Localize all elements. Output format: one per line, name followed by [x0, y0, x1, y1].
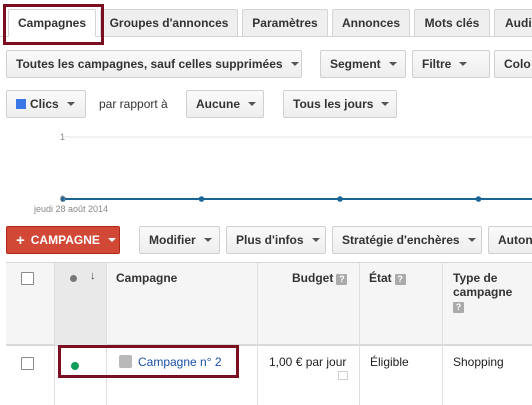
sort-down-icon[interactable]: ↓: [90, 270, 96, 282]
help-icon[interactable]: ?: [336, 274, 348, 285]
segment-label: Segment: [330, 57, 381, 71]
modify-label: Modifier: [149, 233, 196, 247]
campaign-table: ↓ Campagne Budget? État? Type de campagn…: [6, 262, 532, 405]
chevron-down-icon: [107, 238, 116, 242]
date-granularity-dropdown[interactable]: Tous les jours: [283, 90, 397, 118]
tab-label: Groupes d'annonces: [109, 16, 229, 30]
bid-strategy-label: Stratégie d'enchères: [342, 233, 460, 247]
tab-bar: Campagnes Groupes d'annonces Paramètres …: [0, 0, 532, 42]
help-icon[interactable]: ?: [394, 274, 406, 285]
filter-label: Filtre: [422, 57, 452, 71]
campaign-filter-dropdown[interactable]: Toutes les campagnes, sauf celles suppri…: [6, 50, 302, 78]
chevron-down-icon: [467, 238, 476, 242]
x-tick-first: jeudi 28 août 2014: [34, 204, 109, 214]
y-tick-0: 0: [60, 194, 66, 204]
column-divider: [442, 263, 443, 405]
tab-label: Annonces: [341, 16, 400, 30]
row-divider: [6, 345, 532, 346]
chevron-down-icon: [311, 238, 320, 242]
performance-chart: 1 0 jeudi 28 août 2014: [0, 128, 532, 218]
campaign-name[interactable]: Campagne n° 2: [119, 355, 222, 369]
tab-ad-groups[interactable]: Groupes d'annonces: [100, 9, 238, 37]
data-point[interactable]: [475, 196, 482, 202]
campaign-filter-label: Toutes les campagnes, sauf celles suppri…: [16, 57, 283, 71]
campaign-type: Shopping: [453, 355, 504, 369]
bid-strategy-button[interactable]: Stratégie d'enchères: [332, 226, 482, 254]
chevron-down-icon: [381, 102, 390, 106]
chevron-down-icon: [459, 62, 468, 66]
tab-keywords[interactable]: Mots clés: [414, 9, 490, 37]
header-campaign-type[interactable]: Type de campagne ?: [453, 271, 512, 313]
column-divider: [54, 263, 55, 405]
chevron-down-icon: [248, 102, 257, 106]
chevron-down-icon: [290, 62, 299, 66]
plus-icon: +: [16, 231, 25, 249]
metric-selector[interactable]: Clics: [6, 90, 86, 118]
row-checkbox[interactable]: [21, 357, 34, 370]
columns-label: Colo: [504, 57, 531, 71]
campaign-link[interactable]: Campagne n° 2: [138, 355, 222, 369]
tab-label: Audi: [505, 16, 532, 30]
tab-ads[interactable]: Annonces: [332, 9, 410, 37]
header-type-line2: campagne: [453, 285, 513, 299]
chevron-down-icon: [66, 102, 75, 106]
modify-button[interactable]: Modifier: [139, 226, 220, 254]
select-all-checkbox[interactable]: [21, 272, 34, 285]
campaign-budget[interactable]: 1,00 € par jour: [269, 355, 346, 369]
automate-label: Auton: [498, 233, 532, 247]
edit-budget-icon[interactable]: [338, 371, 348, 380]
granularity-label: Tous les jours: [293, 97, 374, 111]
column-divider: [106, 263, 107, 405]
header-campaign[interactable]: Campagne: [116, 271, 177, 285]
header-type-line1: Type de: [453, 271, 498, 285]
more-info-button[interactable]: Plus d'infos: [226, 226, 326, 254]
tab-campaigns[interactable]: Campagnes: [8, 9, 96, 37]
status-dot-icon: [70, 275, 77, 282]
header-status[interactable]: État?: [369, 271, 406, 285]
compare-label: par rapport à: [99, 97, 168, 111]
add-campaign-button[interactable]: + CAMPAGNE: [6, 226, 120, 254]
segment-button[interactable]: Segment: [320, 50, 406, 78]
header-budget-label: Budget: [292, 271, 334, 285]
more-info-label: Plus d'infos: [236, 233, 304, 247]
tab-label: Mots clés: [424, 16, 480, 30]
tab-label: Paramètres: [252, 16, 318, 30]
data-point[interactable]: [198, 196, 205, 202]
column-divider: [359, 263, 360, 405]
y-tick-1: 1: [60, 132, 66, 142]
status-sort-column[interactable]: [54, 263, 106, 405]
header-budget[interactable]: Budget?: [292, 271, 348, 285]
status-enabled-icon[interactable]: [71, 362, 79, 370]
tab-label: Campagnes: [17, 16, 87, 30]
compare-value: Aucune: [196, 97, 241, 111]
column-divider: [257, 263, 258, 405]
header-status-label: État: [369, 271, 392, 285]
compare-dropdown[interactable]: Aucune: [186, 90, 264, 118]
campaign-status: Éligible: [370, 355, 409, 369]
metric-color-swatch: [16, 99, 26, 109]
shopping-campaign-icon: [119, 355, 132, 368]
metric-label: Clics: [30, 97, 59, 111]
status-column-body: [54, 345, 106, 405]
help-icon[interactable]: ?: [453, 302, 464, 313]
automate-button[interactable]: Auton: [488, 226, 532, 254]
columns-button[interactable]: Colo: [494, 50, 532, 78]
chevron-down-icon: [203, 238, 212, 242]
tab-audiences[interactable]: Audi: [494, 9, 532, 37]
data-point[interactable]: [337, 196, 343, 202]
chevron-down-icon: [388, 62, 397, 66]
filter-button[interactable]: Filtre: [412, 50, 490, 78]
tab-settings[interactable]: Paramètres: [242, 9, 328, 37]
add-campaign-label: CAMPAGNE: [30, 233, 100, 247]
